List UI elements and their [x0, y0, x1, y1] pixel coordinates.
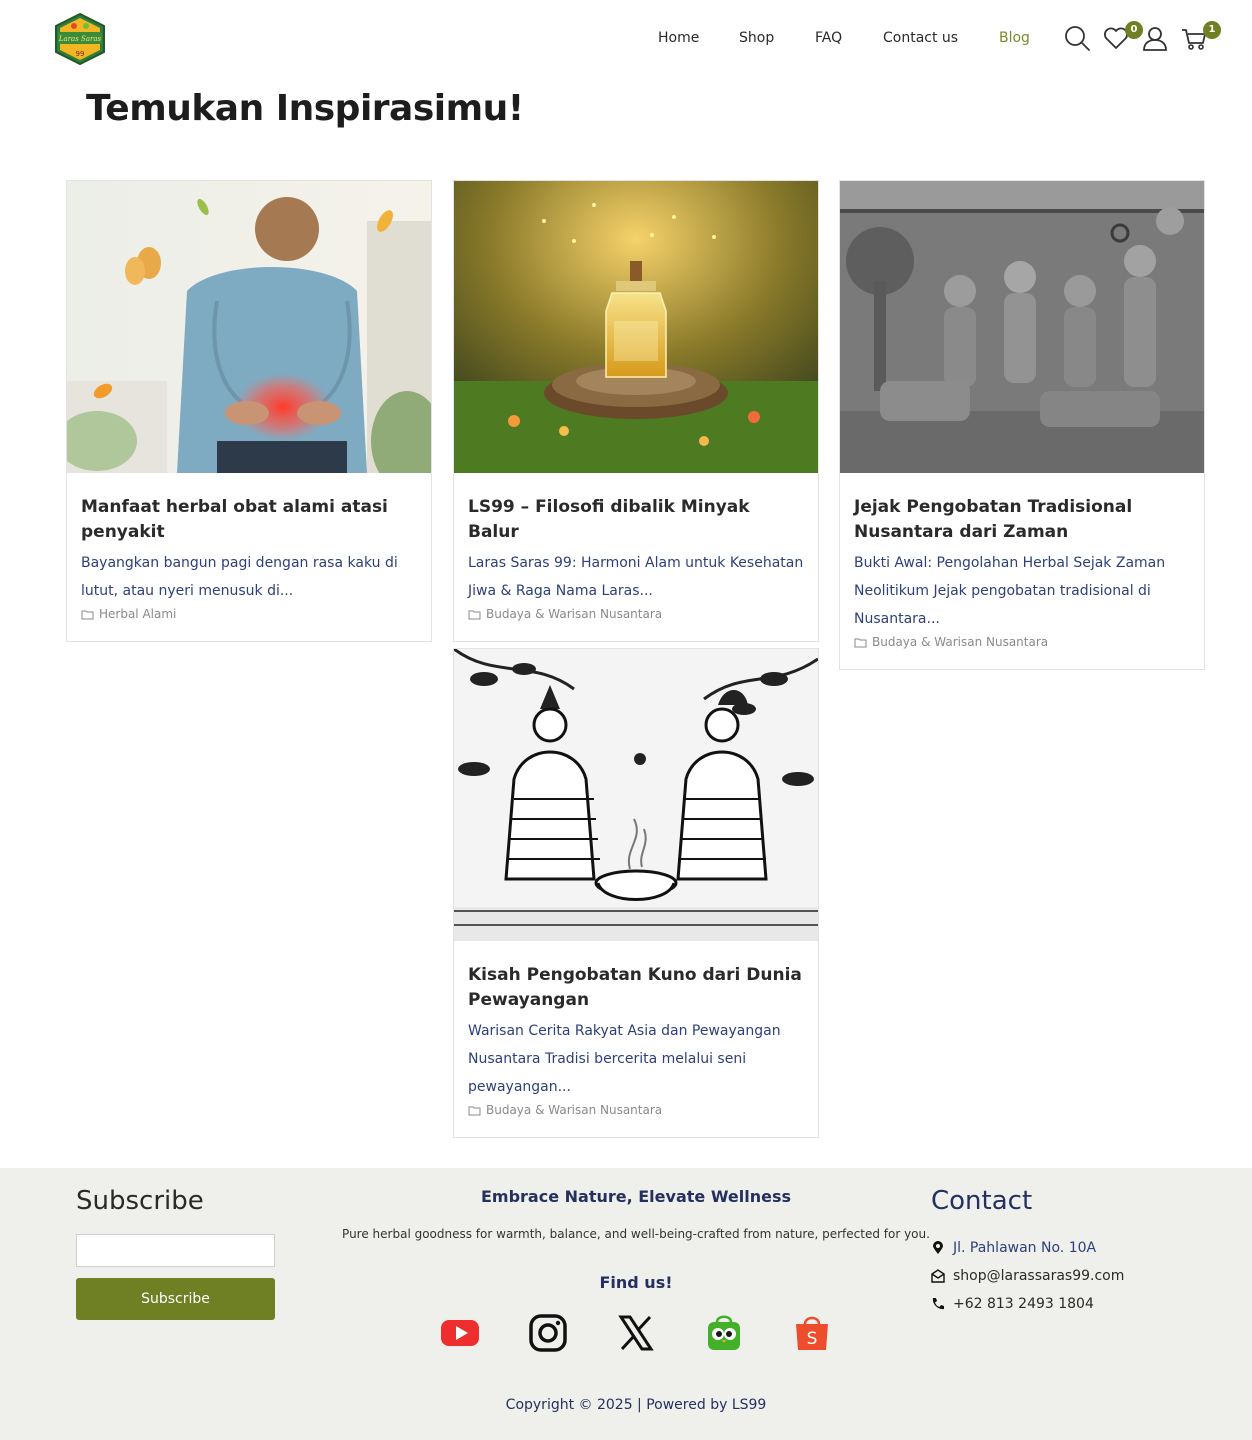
- blog-post-card[interactable]: LS99 – Filosofi dibalik Minyak Balur Lar…: [453, 180, 819, 642]
- post-thumbnail[interactable]: [454, 649, 818, 941]
- post-category[interactable]: Budaya & Warisan Nusantara: [468, 1103, 804, 1117]
- phone-text[interactable]: +62 813 2493 1804: [953, 1296, 1094, 1312]
- post-excerpt: Bukti Awal: Pengolahan Herbal Sejak Zama…: [854, 555, 1166, 627]
- svg-text:Laras Saras: Laras Saras: [58, 35, 102, 43]
- email-text[interactable]: shop@larassaras99.com: [953, 1268, 1124, 1284]
- contact-phone[interactable]: +62 813 2493 1804: [931, 1296, 1094, 1312]
- site-header: Laras Saras 99 Home Shop FAQ Contact us …: [0, 0, 1252, 80]
- footer-tagline-description: Pure herbal goodness for warmth, balance…: [342, 1227, 930, 1241]
- post-category[interactable]: Herbal Alami: [81, 607, 417, 621]
- post-title[interactable]: Jejak Pengobatan Tradisional Nusantara d…: [854, 495, 1190, 545]
- contact-address[interactable]: Jl. Pahlawan No. 10A: [931, 1240, 1096, 1256]
- address-text[interactable]: Jl. Pahlawan No. 10A: [953, 1240, 1096, 1256]
- search-icon[interactable]: [1063, 24, 1091, 52]
- nav-home[interactable]: Home: [658, 30, 699, 46]
- oil-bottle-image: [454, 181, 818, 473]
- post-excerpt: Warisan Cerita Rakyat Asia dan Pewayanga…: [468, 1023, 781, 1095]
- tokopedia-icon[interactable]: [703, 1312, 745, 1354]
- post-thumbnail[interactable]: [67, 181, 431, 473]
- folder-icon: [468, 1106, 481, 1115]
- post-thumbnail[interactable]: [454, 181, 818, 473]
- svg-text:99: 99: [76, 50, 85, 58]
- post-category-label[interactable]: Budaya & Warisan Nusantara: [872, 635, 1048, 649]
- footer-tagline: Embrace Nature, Elevate Wellness: [480, 1187, 791, 1206]
- post-title[interactable]: Kisah Pengobatan Kuno dari Dunia Pewayan…: [468, 963, 804, 1013]
- contact-title: Contact: [931, 1186, 1033, 1216]
- map-pin-icon: [933, 1241, 943, 1254]
- temple-relief-image: [840, 181, 1204, 473]
- post-title[interactable]: Manfaat herbal obat alami atasi penyakit: [81, 495, 417, 545]
- nav-blog[interactable]: Blog: [999, 30, 1030, 46]
- svg-text:S: S: [807, 1329, 818, 1349]
- folder-icon: [854, 638, 867, 647]
- nav-shop[interactable]: Shop: [739, 30, 774, 46]
- shopee-icon[interactable]: S: [791, 1312, 833, 1354]
- nav-faq[interactable]: FAQ: [815, 30, 842, 46]
- blog-post-card[interactable]: Jejak Pengobatan Tradisional Nusantara d…: [839, 180, 1205, 670]
- post-category-label[interactable]: Budaya & Warisan Nusantara: [486, 607, 662, 621]
- folder-icon: [468, 610, 481, 619]
- cart-count-badge: 1: [1203, 21, 1221, 39]
- instagram-icon[interactable]: [527, 1312, 569, 1354]
- blog-post-card[interactable]: Kisah Pengobatan Kuno dari Dunia Pewayan…: [453, 648, 819, 1138]
- post-title[interactable]: LS99 – Filosofi dibalik Minyak Balur: [468, 495, 804, 545]
- site-footer: Subscribe Subscribe Embrace Nature, Elev…: [0, 1168, 1252, 1440]
- account-user-icon[interactable]: [1141, 24, 1169, 52]
- contact-email[interactable]: shop@larassaras99.com: [931, 1268, 1124, 1284]
- post-thumbnail[interactable]: [840, 181, 1204, 473]
- x-twitter-icon[interactable]: [615, 1312, 657, 1354]
- youtube-icon[interactable]: [439, 1312, 481, 1354]
- brand-logo[interactable]: Laras Saras 99: [52, 12, 108, 66]
- post-category-label[interactable]: Budaya & Warisan Nusantara: [486, 1103, 662, 1117]
- phone-icon: [932, 1298, 944, 1310]
- post-category-label[interactable]: Herbal Alami: [99, 607, 176, 621]
- page-title: Temukan Inspirasimu!: [86, 88, 524, 129]
- wayang-illustration-image: [454, 649, 818, 941]
- nav-contact[interactable]: Contact us: [883, 30, 958, 46]
- copyright-text: Copyright © 2025 | Powered by LS99: [505, 1397, 767, 1413]
- back-pain-image: [67, 181, 431, 473]
- envelope-icon: [931, 1269, 945, 1283]
- folder-icon: [81, 610, 94, 619]
- blog-post-card[interactable]: Manfaat herbal obat alami atasi penyakit…: [66, 180, 432, 642]
- post-category[interactable]: Budaya & Warisan Nusantara: [854, 635, 1190, 649]
- post-excerpt: Laras Saras 99: Harmoni Alam untuk Keseh…: [468, 555, 804, 599]
- post-category[interactable]: Budaya & Warisan Nusantara: [468, 607, 804, 621]
- post-excerpt: Bayangkan bangun pagi dengan rasa kaku d…: [81, 555, 398, 599]
